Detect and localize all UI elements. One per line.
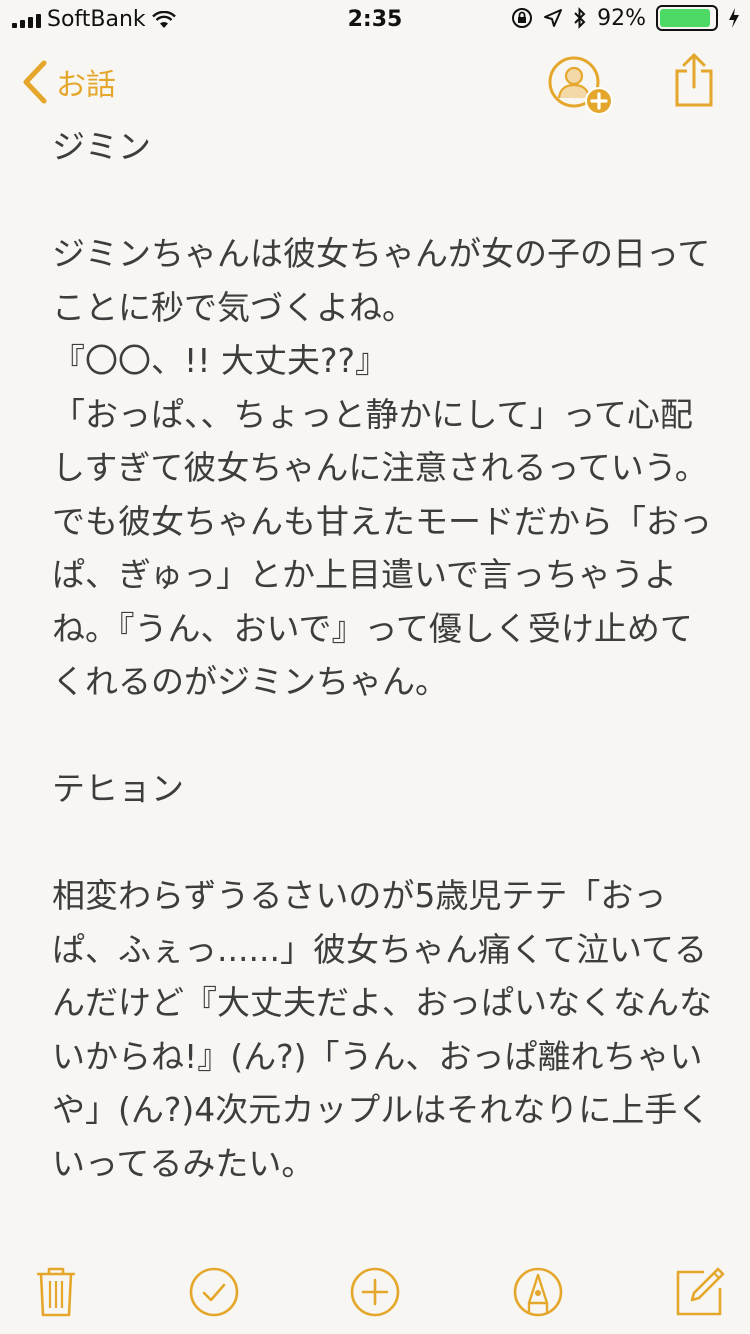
battery-icon — [656, 5, 718, 31]
share-button[interactable] — [674, 52, 714, 112]
bluetooth-icon — [574, 7, 586, 29]
note-blank-line — [52, 174, 712, 228]
add-button[interactable] — [347, 1264, 403, 1320]
orientation-lock-icon — [512, 8, 533, 28]
compose-button[interactable] — [672, 1264, 728, 1320]
battery-percent: 92% — [597, 5, 646, 31]
delete-button[interactable] — [28, 1264, 84, 1320]
note-blank-line — [52, 709, 712, 763]
note-paragraph-jimin: ジミンちゃんは彼女ちゃんが女の子の日ってことに秒で気づくよね。 『〇〇、!! 大… — [52, 234, 712, 701]
bottom-toolbar — [0, 1250, 750, 1334]
chevron-left-icon — [23, 60, 47, 104]
checklist-icon — [189, 1267, 239, 1317]
location-icon — [544, 9, 563, 27]
status-right-group: 92% — [511, 5, 740, 31]
nav-bar: お話 — [0, 48, 750, 118]
markup-button[interactable] — [510, 1264, 566, 1320]
compose-icon — [676, 1267, 725, 1316]
trash-icon — [37, 1267, 75, 1317]
back-button-label: お話 — [56, 68, 116, 103]
note-title-jimin: ジミン — [52, 127, 151, 166]
note-title-taehyung: テヒョン — [52, 769, 184, 808]
share-icon — [675, 53, 713, 107]
back-button[interactable]: お話 — [22, 60, 116, 104]
add-person-icon — [548, 56, 613, 115]
add-icon — [350, 1267, 400, 1317]
add-person-button[interactable] — [548, 56, 618, 122]
checklist-button[interactable] — [186, 1264, 242, 1320]
note-body[interactable]: ジミン ジミンちゃんは彼女ちゃんが女の子の日ってことに秒で気づくよね。 『〇〇、… — [52, 120, 712, 1250]
battery-fill — [660, 9, 710, 27]
note-blank-line — [52, 816, 712, 870]
markup-icon — [513, 1267, 563, 1317]
status-bar: SoftBank 2:35 92% — [0, 0, 750, 40]
charging-icon — [729, 8, 739, 28]
note-paragraph-taehyung: 相変わらずうるさいのが5歳児テテ「おっぱ、ふぇっ......」彼女ちゃん痛くて泣… — [52, 876, 712, 1183]
